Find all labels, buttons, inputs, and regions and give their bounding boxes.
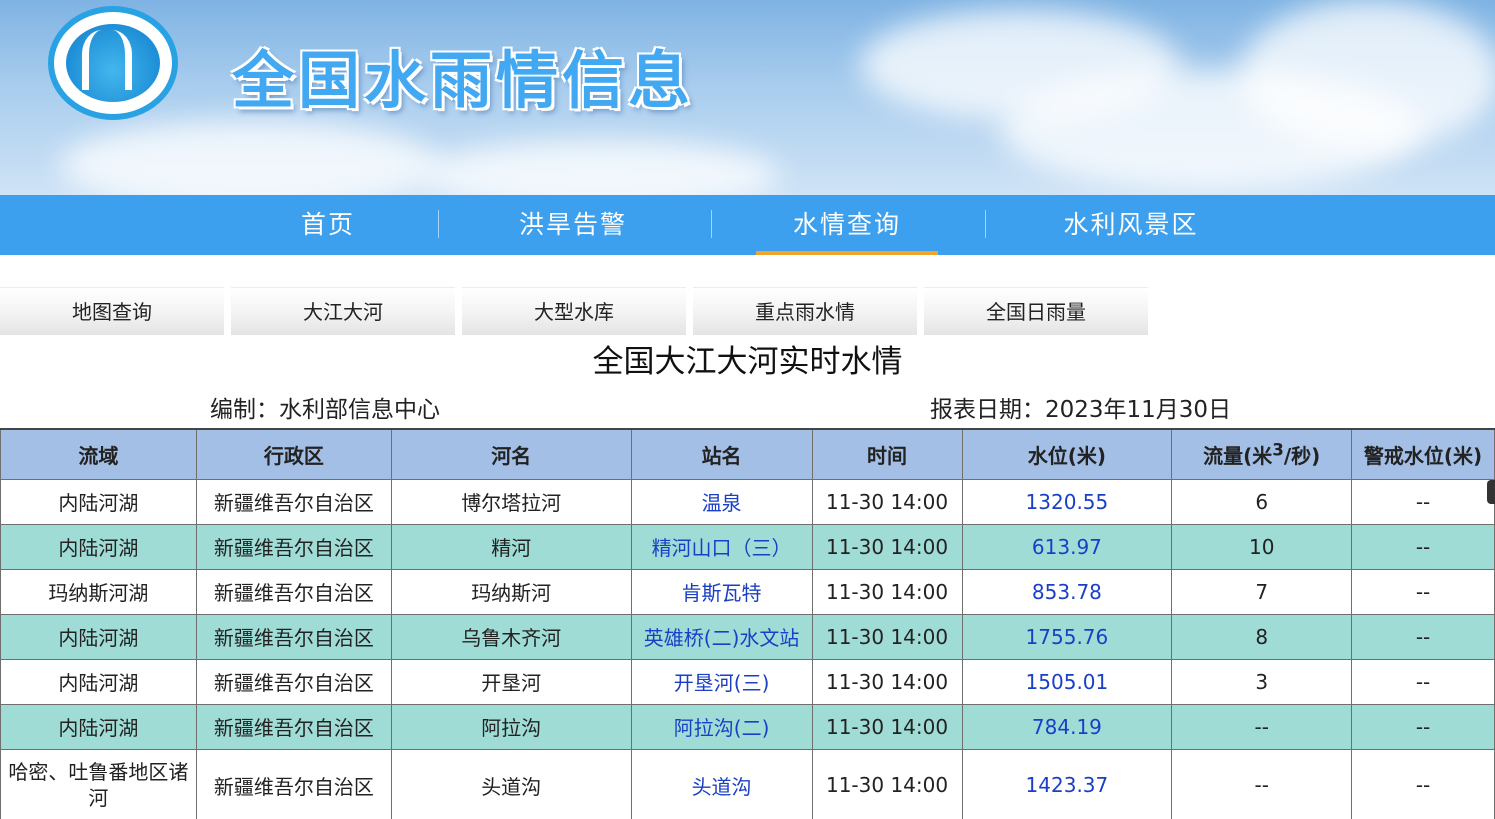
table-row: 内陆河湖 新疆维吾尔自治区 精河 精河山口（三） 11-30 14:00 613… [0,523,1495,570]
water-level-link[interactable]: 1320.55 [961,478,1173,525]
ministry-logo [48,6,178,120]
table-row: 玛纳斯河湖 新疆维吾尔自治区 玛纳斯河 肯斯瓦特 11-30 14:00 853… [0,568,1495,615]
cloud-decoration [60,120,440,195]
water-level-link[interactable]: 784.19 [961,703,1173,750]
cell-time: 11-30 14:00 [811,568,963,615]
cell-flow: 6 [1171,478,1353,525]
cell-flow: -- [1171,703,1353,750]
cell-warning: -- [1351,703,1495,750]
cell-region: 新疆维吾尔自治区 [195,523,392,570]
report-compiler: 编制：水利部信息中心 [210,397,440,423]
cell-flow: 7 [1171,568,1353,615]
table-row: 内陆河湖 新疆维吾尔自治区 乌鲁木齐河 英雄桥(二)水文站 11-30 14:0… [0,613,1495,660]
cell-warning: -- [1351,658,1495,705]
header-river: 河名 [390,428,632,480]
cell-warning: -- [1351,748,1495,819]
header-water-level: 水位(米) [961,428,1173,480]
water-level-link[interactable]: 853.78 [961,568,1173,615]
cell-region: 新疆维吾尔自治区 [195,478,392,525]
header-banner: 全国水雨情信息 [0,0,1495,195]
station-link[interactable]: 阿拉沟(二) [630,703,813,750]
header-flow: 流量(米3/秒) [1171,428,1353,480]
cell-time: 11-30 14:00 [811,748,963,819]
cell-basin: 内陆河湖 [0,613,197,660]
cell-time: 11-30 14:00 [811,658,963,705]
cell-river: 阿拉沟 [390,703,632,750]
tab-key-rain-water[interactable]: 重点雨水情 [693,287,917,335]
cell-warning: -- [1351,568,1495,615]
header-warning-level: 警戒水位(米) [1351,428,1495,480]
cloud-decoration [420,140,780,195]
header-station: 站名 [630,428,813,480]
water-level-link[interactable]: 1755.76 [961,613,1173,660]
nav-home[interactable]: 首页 [218,195,438,255]
header-time: 时间 [811,428,963,480]
header-basin: 流域 [0,428,197,480]
table-row: 内陆河湖 新疆维吾尔自治区 开垦河 开垦河(三) 11-30 14:00 150… [0,658,1495,705]
station-link[interactable]: 肯斯瓦特 [630,568,813,615]
water-level-link[interactable]: 1505.01 [961,658,1173,705]
cell-flow: -- [1171,748,1353,819]
scrollbar-thumb[interactable] [1487,480,1495,504]
cell-time: 11-30 14:00 [811,523,963,570]
cell-region: 新疆维吾尔自治区 [195,748,392,819]
table-row: 内陆河湖 新疆维吾尔自治区 阿拉沟 阿拉沟(二) 11-30 14:00 784… [0,703,1495,750]
table-row: 哈密、吐鲁番地区诸河 新疆维吾尔自治区 头道沟 头道沟 11-30 14:00 … [0,748,1495,819]
cell-basin: 内陆河湖 [0,703,197,750]
nav-divider [985,210,986,238]
cell-river: 玛纳斯河 [390,568,632,615]
cell-river: 博尔塔拉河 [390,478,632,525]
nav-scenic-areas[interactable]: 水利风景区 [1020,195,1242,255]
cell-river: 头道沟 [390,748,632,819]
cell-region: 新疆维吾尔自治区 [195,703,392,750]
cell-region: 新疆维吾尔自治区 [195,568,392,615]
cell-time: 11-30 14:00 [811,613,963,660]
tab-large-reservoirs[interactable]: 大型水库 [462,287,686,335]
station-link[interactable]: 英雄桥(二)水文站 [630,613,813,660]
station-link[interactable]: 温泉 [630,478,813,525]
cell-warning: -- [1351,523,1495,570]
cell-time: 11-30 14:00 [811,703,963,750]
tab-major-rivers[interactable]: 大江大河 [231,287,455,335]
cell-region: 新疆维吾尔自治区 [195,613,392,660]
station-link[interactable]: 开垦河(三) [630,658,813,705]
nav-divider [438,210,439,238]
nav-divider [711,210,712,238]
tab-daily-rainfall[interactable]: 全国日雨量 [924,287,1148,335]
water-level-link[interactable]: 613.97 [961,523,1173,570]
cell-flow: 10 [1171,523,1353,570]
station-link[interactable]: 头道沟 [630,748,813,819]
nav-flood-drought-alert[interactable]: 洪旱告警 [462,195,684,255]
water-level-link[interactable]: 1423.37 [961,748,1173,819]
table-header-row: 流域 行政区 河名 站名 时间 水位(米) 流量(米3/秒) 警戒水位(米) [0,428,1495,480]
cell-basin: 玛纳斯河湖 [0,568,197,615]
cell-flow: 3 [1171,658,1353,705]
cell-river: 乌鲁木齐河 [390,613,632,660]
cell-basin: 内陆河湖 [0,478,197,525]
station-link[interactable]: 精河山口（三） [630,523,813,570]
cell-river: 精河 [390,523,632,570]
cell-warning: -- [1351,478,1495,525]
cell-warning: -- [1351,613,1495,660]
site-title: 全国水雨情信息 [232,44,695,117]
main-nav: 首页 洪旱告警 水情查询 水利风景区 [0,195,1495,255]
report-date: 报表日期：2023年11月30日 [930,397,1232,423]
cell-region: 新疆维吾尔自治区 [195,658,392,705]
water-level-table: 流域 行政区 河名 站名 时间 水位(米) 流量(米3/秒) 警戒水位(米) 内… [0,428,1495,819]
cell-basin: 内陆河湖 [0,523,197,570]
cell-basin: 内陆河湖 [0,658,197,705]
cloud-decoration [1240,0,1495,150]
cell-river: 开垦河 [390,658,632,705]
table-row: 内陆河湖 新疆维吾尔自治区 博尔塔拉河 温泉 11-30 14:00 1320.… [0,478,1495,525]
cell-time: 11-30 14:00 [811,478,963,525]
header-region: 行政区 [195,428,392,480]
cell-flow: 8 [1171,613,1353,660]
nav-water-query[interactable]: 水情查询 [756,195,938,255]
report-title: 全国大江大河实时水情 [592,344,903,380]
cell-basin: 哈密、吐鲁番地区诸河 [0,748,197,819]
nav-active-underline [756,251,938,255]
tab-map-query[interactable]: 地图查询 [0,287,224,335]
